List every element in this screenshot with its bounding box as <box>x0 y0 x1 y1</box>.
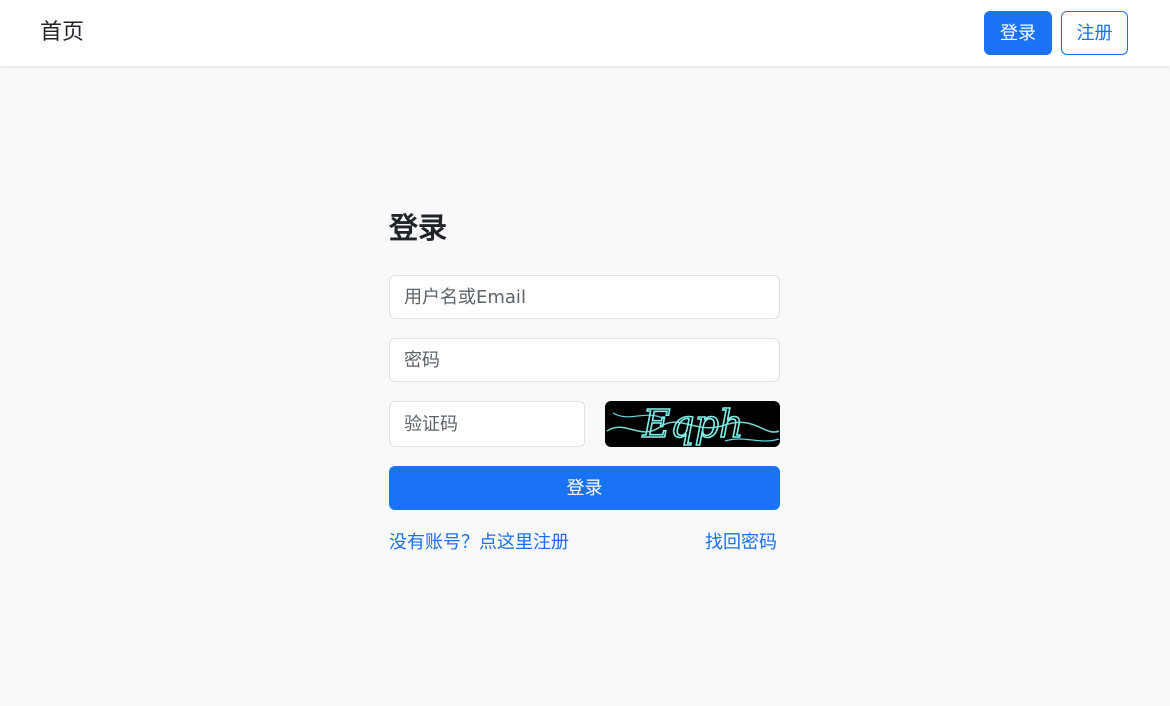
home-link[interactable]: 首页 <box>40 17 84 49</box>
nav-login-button[interactable]: 登录 <box>984 11 1052 55</box>
captcha-image[interactable]: Eqph <box>605 401 780 447</box>
forgot-password-link[interactable]: 找回密码 <box>705 530 777 556</box>
nav-register-button[interactable]: 注册 <box>1061 11 1128 55</box>
top-navbar: 首页 登录 注册 <box>0 0 1170 66</box>
captcha-text: Eqph <box>642 402 744 446</box>
login-submit-button[interactable]: 登录 <box>389 466 780 510</box>
captcha-graphic: Eqph <box>606 401 780 447</box>
password-input[interactable] <box>389 338 780 382</box>
login-title: 登录 <box>389 211 448 245</box>
username-input[interactable] <box>389 275 780 319</box>
register-link[interactable]: 没有账号？点这里注册 <box>389 530 569 556</box>
captcha-input[interactable] <box>389 401 585 447</box>
